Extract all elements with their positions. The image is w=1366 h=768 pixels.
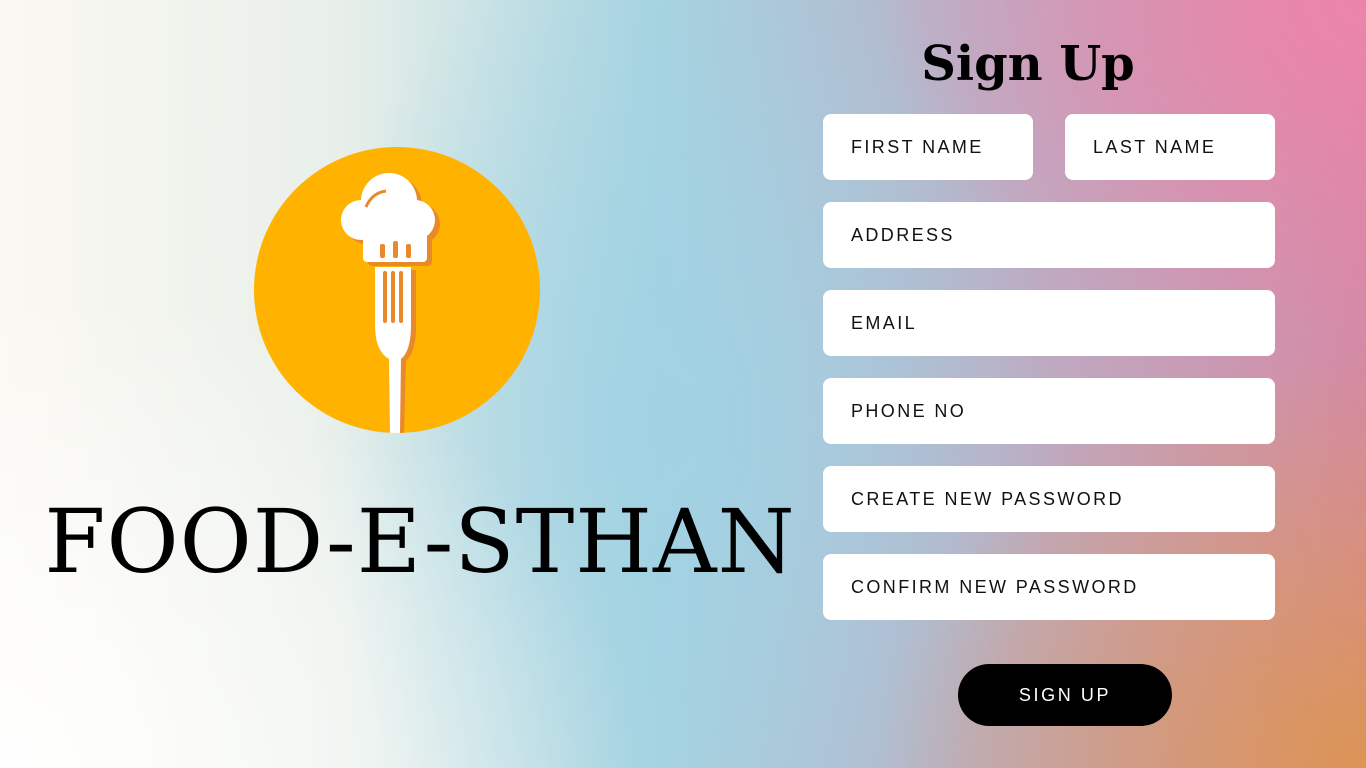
- first-name-input[interactable]: [823, 114, 1033, 180]
- phone-input[interactable]: [823, 378, 1275, 444]
- email-input[interactable]: [823, 290, 1275, 356]
- sign-up-button[interactable]: SIGN UP: [958, 664, 1172, 726]
- confirm-password-input[interactable]: [823, 554, 1275, 620]
- create-password-input[interactable]: [823, 466, 1275, 532]
- brand-name: FOOD-E-STHAN: [44, 490, 796, 593]
- form-title: Sign Up: [921, 36, 1135, 92]
- logo: [254, 147, 540, 433]
- chef-hat-fork-icon: [341, 173, 440, 433]
- last-name-input[interactable]: [1065, 114, 1275, 180]
- address-input[interactable]: [823, 202, 1275, 268]
